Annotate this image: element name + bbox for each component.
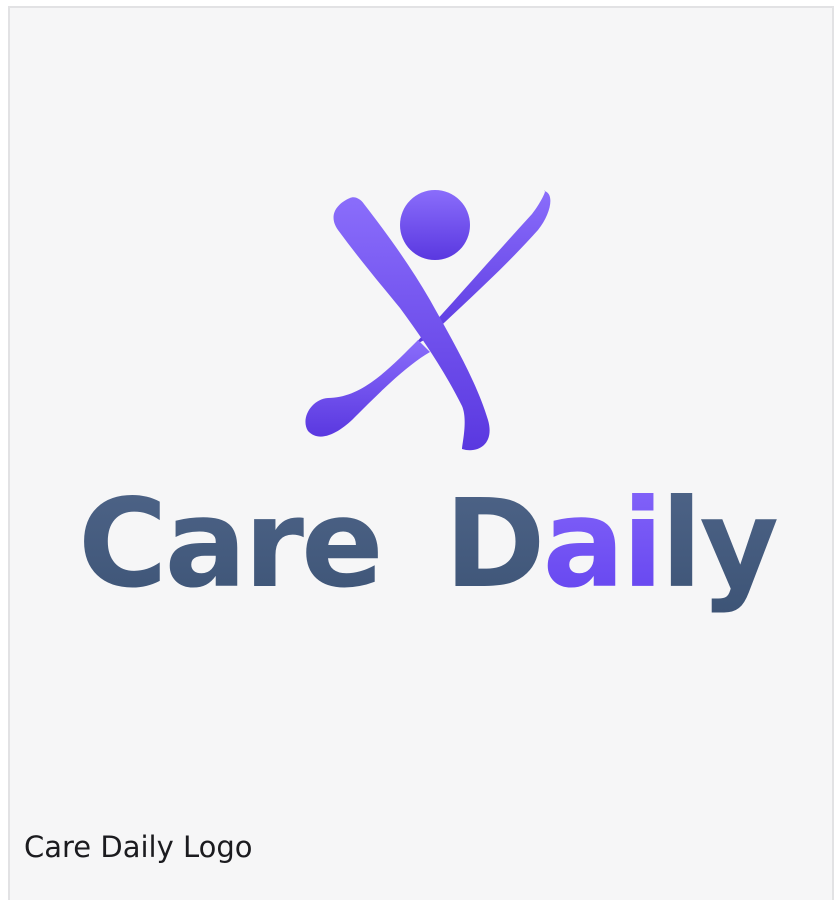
- wordmark-daily-ly: ly: [661, 473, 778, 615]
- jumping-person-icon: [305, 190, 551, 451]
- wordmark-care: Care: [78, 473, 381, 615]
- logo-card: Care Daily Care Daily Logo: [8, 6, 834, 900]
- wordmark: Care Daily: [78, 473, 778, 615]
- figure-left-leg: [305, 340, 430, 437]
- wordmark-daily-d: D: [444, 473, 542, 615]
- figure-head: [400, 190, 470, 260]
- wordmark-daily-ai: ai: [543, 473, 661, 615]
- logo-caption: Care Daily Logo: [24, 830, 253, 864]
- care-daily-logo: Care Daily: [78, 190, 780, 615]
